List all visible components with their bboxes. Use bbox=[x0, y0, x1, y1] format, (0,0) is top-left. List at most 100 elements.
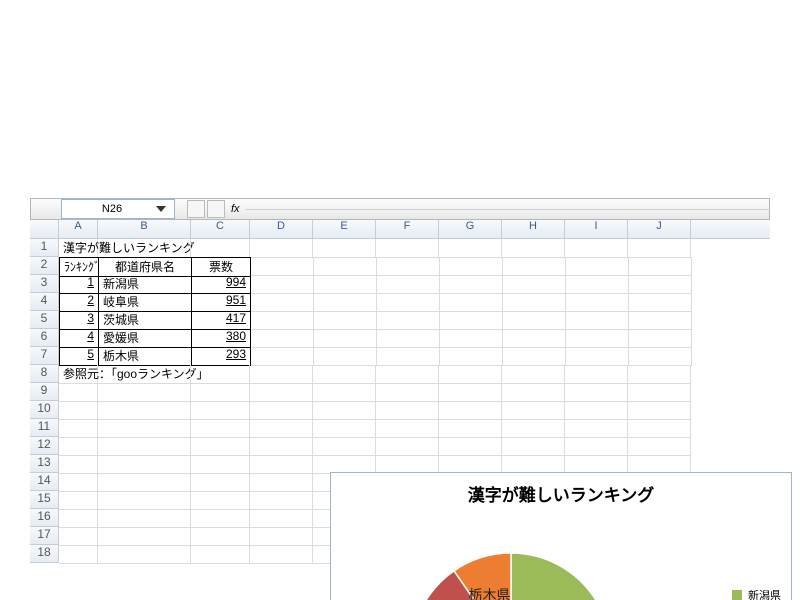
cancel-icon[interactable] bbox=[187, 200, 205, 218]
cell[interactable]: 新潟県 bbox=[99, 275, 192, 294]
cell[interactable] bbox=[191, 365, 250, 384]
cell[interactable] bbox=[59, 383, 98, 402]
cell[interactable] bbox=[439, 437, 502, 456]
cell[interactable] bbox=[628, 365, 691, 384]
cell[interactable] bbox=[251, 293, 314, 312]
cell[interactable] bbox=[376, 419, 439, 438]
cell[interactable]: 岐阜県 bbox=[99, 293, 192, 312]
cell[interactable] bbox=[503, 257, 566, 276]
cell[interactable] bbox=[250, 419, 313, 438]
cell[interactable]: 5 bbox=[59, 347, 99, 366]
spreadsheet-grid[interactable]: ABCDEFGHIJ 1漢字が難しいランキング2ﾗﾝｷﾝｸﾞ都道府県名票数31新… bbox=[30, 220, 770, 570]
row-header[interactable]: 9 bbox=[30, 383, 59, 401]
cell[interactable] bbox=[59, 509, 98, 528]
cell[interactable] bbox=[98, 365, 191, 384]
cell[interactable] bbox=[191, 419, 250, 438]
name-box[interactable]: N26 bbox=[61, 199, 175, 219]
cell[interactable]: 951 bbox=[192, 293, 251, 312]
cell[interactable] bbox=[191, 383, 250, 402]
cell[interactable] bbox=[191, 545, 250, 564]
cell[interactable] bbox=[191, 437, 250, 456]
cell[interactable] bbox=[191, 509, 250, 528]
cell[interactable] bbox=[250, 509, 313, 528]
cell[interactable] bbox=[565, 365, 628, 384]
cell[interactable] bbox=[503, 347, 566, 366]
cell[interactable] bbox=[503, 275, 566, 294]
cell[interactable] bbox=[98, 527, 191, 546]
cell[interactable] bbox=[98, 473, 191, 492]
cell[interactable] bbox=[566, 329, 629, 348]
cell[interactable] bbox=[98, 401, 191, 420]
column-header[interactable]: H bbox=[502, 220, 565, 238]
cell[interactable] bbox=[98, 419, 191, 438]
cell[interactable] bbox=[628, 437, 691, 456]
cell[interactable] bbox=[628, 401, 691, 420]
cell[interactable] bbox=[98, 455, 191, 474]
cell[interactable] bbox=[502, 239, 565, 258]
cell[interactable] bbox=[502, 383, 565, 402]
cell[interactable]: 茨城県 bbox=[99, 311, 192, 330]
cell[interactable] bbox=[377, 347, 440, 366]
cell[interactable] bbox=[629, 311, 692, 330]
row-header[interactable]: 2 bbox=[30, 257, 59, 275]
cell[interactable] bbox=[566, 275, 629, 294]
cell[interactable] bbox=[440, 293, 503, 312]
row-header[interactable]: 18 bbox=[30, 545, 59, 563]
cell[interactable] bbox=[250, 491, 313, 510]
cell[interactable] bbox=[314, 347, 377, 366]
row-header[interactable]: 5 bbox=[30, 311, 59, 329]
column-header[interactable]: A bbox=[59, 220, 98, 238]
cell[interactable] bbox=[59, 419, 98, 438]
cell[interactable]: 票数 bbox=[192, 257, 251, 277]
formula-input[interactable] bbox=[246, 208, 769, 210]
cell[interactable] bbox=[251, 311, 314, 330]
cell[interactable] bbox=[59, 527, 98, 546]
cell[interactable] bbox=[314, 275, 377, 294]
cell[interactable]: 994 bbox=[192, 275, 251, 294]
column-header[interactable]: I bbox=[565, 220, 628, 238]
cell[interactable] bbox=[191, 491, 250, 510]
cell[interactable] bbox=[313, 401, 376, 420]
cell[interactable] bbox=[314, 311, 377, 330]
cell[interactable] bbox=[191, 527, 250, 546]
cell[interactable] bbox=[376, 401, 439, 420]
cell[interactable] bbox=[98, 491, 191, 510]
cell[interactable] bbox=[191, 401, 250, 420]
cell[interactable] bbox=[440, 257, 503, 276]
cell[interactable] bbox=[439, 419, 502, 438]
cell[interactable] bbox=[314, 293, 377, 312]
column-header[interactable]: C bbox=[191, 220, 250, 238]
cell[interactable] bbox=[439, 383, 502, 402]
chevron-down-icon[interactable] bbox=[156, 206, 166, 212]
cell[interactable] bbox=[59, 437, 98, 456]
cell[interactable] bbox=[376, 383, 439, 402]
cell[interactable] bbox=[313, 383, 376, 402]
cell[interactable]: 4 bbox=[59, 329, 99, 348]
cell[interactable] bbox=[502, 437, 565, 456]
cell[interactable]: ﾗﾝｷﾝｸﾞ bbox=[59, 257, 99, 277]
cell[interactable] bbox=[629, 329, 692, 348]
cell[interactable] bbox=[251, 329, 314, 348]
cell[interactable] bbox=[59, 545, 98, 564]
cell[interactable] bbox=[313, 437, 376, 456]
cell[interactable]: 愛媛県 bbox=[99, 329, 192, 348]
cell[interactable] bbox=[377, 275, 440, 294]
column-header[interactable]: G bbox=[439, 220, 502, 238]
cell[interactable] bbox=[376, 239, 439, 258]
cell[interactable] bbox=[191, 455, 250, 474]
fx-icon[interactable]: fx bbox=[231, 203, 240, 215]
cell[interactable] bbox=[503, 311, 566, 330]
cell[interactable] bbox=[251, 347, 314, 366]
cell[interactable] bbox=[440, 311, 503, 330]
cell[interactable] bbox=[59, 401, 98, 420]
cell[interactable]: 栃木県 bbox=[99, 347, 192, 366]
column-header[interactable]: F bbox=[376, 220, 439, 238]
cell[interactable] bbox=[440, 329, 503, 348]
cell[interactable] bbox=[313, 239, 376, 258]
cell[interactable] bbox=[250, 545, 313, 564]
cell[interactable] bbox=[376, 365, 439, 384]
cell[interactable]: 3 bbox=[59, 311, 99, 330]
cell[interactable] bbox=[98, 437, 191, 456]
cell[interactable] bbox=[629, 347, 692, 366]
cell[interactable] bbox=[98, 545, 191, 564]
